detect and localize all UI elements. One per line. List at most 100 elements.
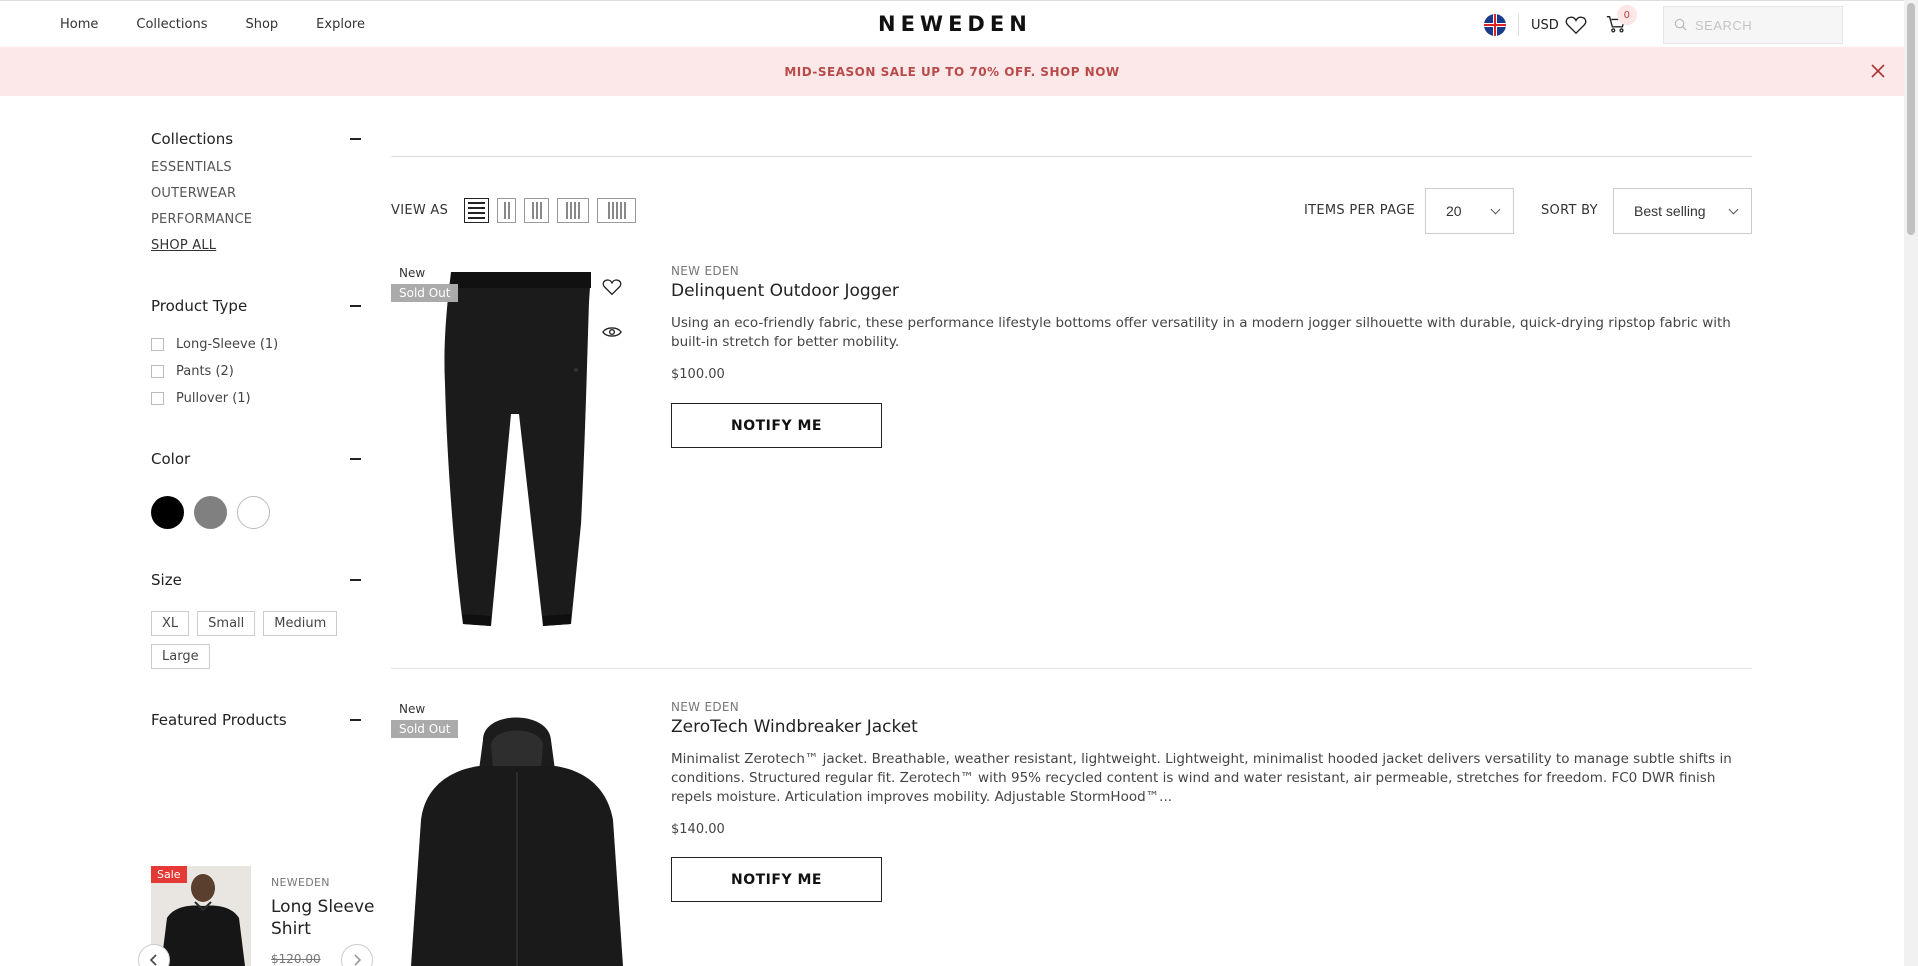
collection-link-shop-all[interactable]: SHOP ALL (151, 238, 363, 253)
cart-button[interactable]: 0 (1603, 5, 1637, 39)
quick-view-eye-icon[interactable] (602, 324, 626, 348)
chevron-right-icon (354, 954, 362, 966)
product-image[interactable]: New Sold Out (391, 700, 629, 966)
promo-banner: MID-SEASON SALE UP TO 70% OFF. SHOP NOW (0, 47, 1904, 96)
collapse-icon[interactable] (350, 305, 361, 307)
product-image[interactable]: New Sold Out (391, 264, 629, 654)
filter-option-pullover[interactable]: Pullover (1) (151, 391, 363, 406)
view-grid-3-button[interactable] (524, 198, 549, 223)
nav-explore[interactable]: Explore (316, 17, 365, 32)
collapse-icon[interactable] (350, 458, 361, 460)
filter-option-label: Pullover (1) (176, 391, 251, 406)
filter-option-label: Pants (2) (176, 364, 234, 379)
filter-option-pants[interactable]: Pants (2) (151, 364, 363, 379)
product-type-list: Long-Sleeve (1) Pants (2) Pullover (1) (151, 337, 363, 406)
view-mode-buttons (464, 198, 636, 223)
size-options: XL Small Medium Large (151, 611, 363, 669)
currency-selector[interactable]: USD (1531, 18, 1559, 33)
sort-by-value: Best selling (1634, 203, 1706, 219)
divider (1518, 14, 1519, 36)
size-header[interactable]: Size (151, 571, 363, 589)
sold-out-badge: Sold Out (391, 720, 459, 738)
collapse-icon[interactable] (350, 579, 361, 581)
checkbox[interactable] (151, 392, 164, 405)
collections-list: ESSENTIALS OUTERWEAR PERFORMANCE SHOP AL… (151, 160, 363, 253)
product-type-title: Product Type (151, 297, 248, 315)
page-scrollbar[interactable] (1904, 0, 1918, 966)
featured-product-name[interactable]: Long Sleeve Shirt (271, 896, 381, 940)
size-option-small[interactable]: Small (197, 611, 256, 636)
collapse-icon[interactable] (350, 719, 361, 721)
uk-flag-icon[interactable] (1484, 14, 1506, 36)
collections-title: Collections (151, 130, 234, 148)
featured-product-card[interactable]: Sale NEWEDEN Long Sleeve Shirt $120.00 (138, 866, 381, 966)
filter-option-long-sleeve[interactable]: Long-Sleeve (1) (151, 337, 363, 352)
sort-by-label: SORT BY (1541, 203, 1598, 218)
scrollbar-thumb[interactable] (1907, 3, 1915, 235)
view-grid-4-button[interactable] (557, 198, 589, 223)
items-per-page-select[interactable]: 20 (1425, 188, 1514, 234)
promo-banner-link[interactable]: MID-SEASON SALE UP TO 70% OFF. SHOP NOW (784, 65, 1119, 79)
collection-link-outerwear[interactable]: OUTERWEAR (151, 186, 363, 201)
featured-header[interactable]: Featured Products (151, 711, 363, 729)
chevron-down-icon (1728, 204, 1739, 215)
featured-product-brand: NEWEDEN (271, 876, 330, 889)
product-description: Minimalist Zerotech™ jacket. Breathable,… (671, 751, 1732, 805)
swatch-black[interactable] (151, 496, 184, 529)
header-actions: USD 0 (1484, 5, 1637, 39)
size-title: Size (151, 571, 182, 589)
site-logo[interactable]: NEWEDEN (878, 12, 1032, 36)
heart-icon[interactable] (1563, 12, 1589, 38)
notify-me-button[interactable]: NOTIFY ME (671, 403, 882, 448)
nav-shop[interactable]: Shop (245, 17, 278, 32)
collapse-icon[interactable] (350, 138, 361, 140)
search-box[interactable] (1663, 6, 1843, 44)
collections-header[interactable]: Collections (151, 130, 363, 148)
nav-collections[interactable]: Collections (136, 17, 207, 32)
swatch-gray[interactable] (194, 496, 227, 529)
search-icon (1674, 16, 1687, 35)
featured-title: Featured Products (151, 711, 287, 729)
main-nav: Home Collections Shop Explore (60, 17, 403, 32)
notify-me-button[interactable]: NOTIFY ME (671, 857, 882, 902)
new-badge: New (399, 266, 426, 280)
product-card: New Sold Out NEW EDEN Delinquent Outdoor… (391, 264, 1752, 664)
wishlist-heart-icon[interactable] (602, 278, 626, 302)
checkbox[interactable] (151, 338, 164, 351)
collection-toolbar: VIEW AS ITEMS PER PAGE 20 SORT BY Best s… (391, 188, 1752, 234)
checkbox[interactable] (151, 365, 164, 378)
close-icon[interactable] (1870, 63, 1888, 81)
size-option-xl[interactable]: XL (151, 611, 190, 636)
size-option-medium[interactable]: Medium (263, 611, 338, 636)
chevron-left-icon (149, 954, 157, 966)
view-list-button[interactable] (464, 198, 489, 223)
view-as-label: VIEW AS (391, 203, 449, 218)
collection-link-essentials[interactable]: ESSENTIALS (151, 160, 363, 175)
items-per-page-label: ITEMS PER PAGE (1304, 203, 1415, 218)
featured-next-button[interactable] (341, 944, 373, 966)
chevron-down-icon (1490, 204, 1501, 215)
view-grid-5-button[interactable] (597, 198, 636, 223)
sale-badge: Sale (151, 866, 187, 883)
view-grid-2-button[interactable] (497, 198, 516, 223)
featured-products: Featured Products (151, 711, 363, 729)
color-header[interactable]: Color (151, 450, 363, 468)
content-top-divider (391, 156, 1752, 157)
product-description: Using an eco-friendly fabric, these perf… (671, 315, 1731, 350)
color-swatches (151, 496, 363, 529)
nav-home[interactable]: Home (60, 17, 98, 32)
product-price: $140.00 (671, 822, 725, 837)
collections-filter: Collections ESSENTIALS OUTERWEAR PERFORM… (151, 130, 363, 253)
search-input[interactable] (1695, 17, 1825, 33)
product-type-header[interactable]: Product Type (151, 297, 363, 315)
size-filter: Size XL Small Medium Large (151, 571, 363, 669)
product-price: $100.00 (671, 367, 725, 382)
swatch-white[interactable] (237, 496, 270, 529)
product-brand: NEW EDEN (671, 264, 740, 278)
items-per-page-value: 20 (1446, 203, 1462, 219)
size-option-large[interactable]: Large (151, 644, 210, 669)
product-name[interactable]: Delinquent Outdoor Jogger (671, 281, 899, 301)
product-name[interactable]: ZeroTech Windbreaker Jacket (671, 717, 918, 737)
collection-link-performance[interactable]: PERFORMANCE (151, 212, 363, 227)
sort-by-select[interactable]: Best selling (1613, 188, 1752, 234)
